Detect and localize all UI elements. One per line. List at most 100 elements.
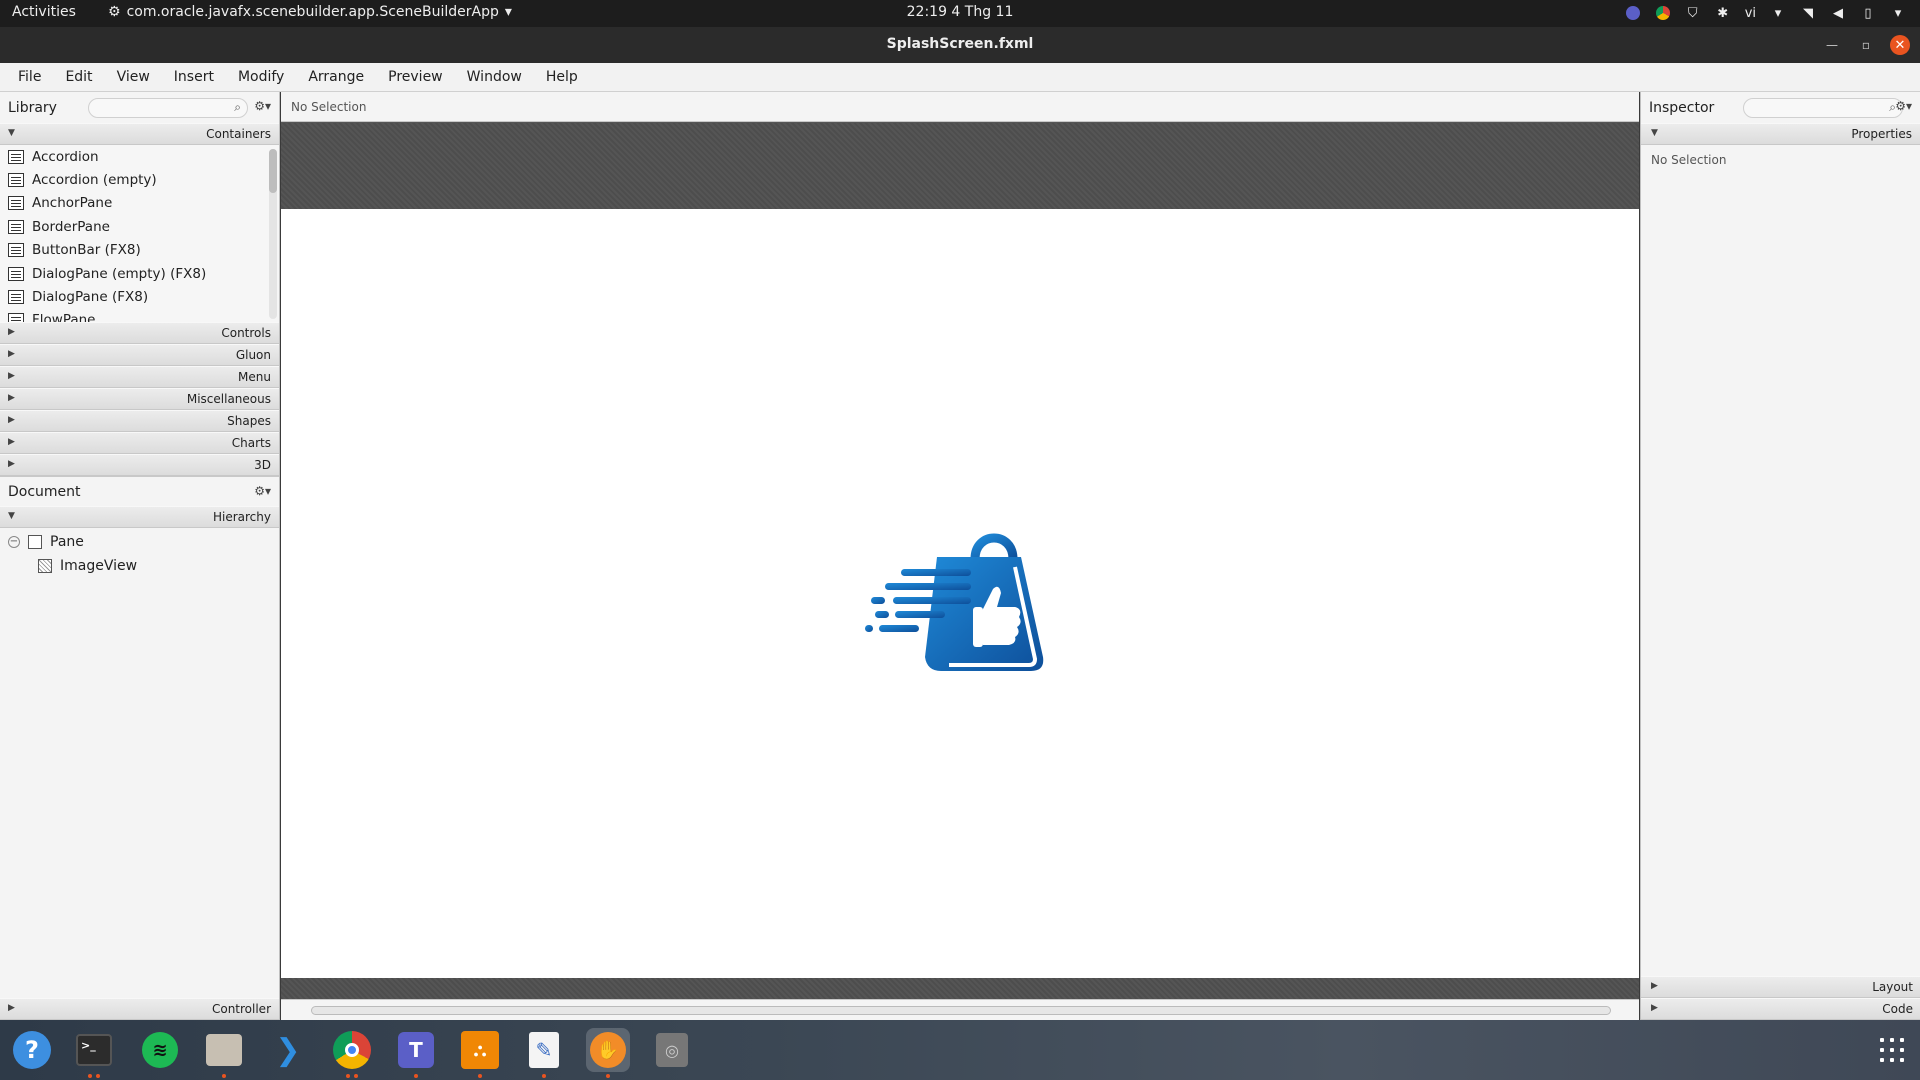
shield-icon[interactable]: ⛉ (1685, 5, 1701, 21)
shopping-bag-logo-icon[interactable] (865, 523, 1051, 675)
section-shapes[interactable]: ▶ Shapes (0, 410, 279, 432)
chevron-down-icon: ▾ (504, 4, 512, 20)
vscode-app-icon[interactable]: ❯ (266, 1028, 310, 1072)
section-controller[interactable]: ▶ Controller (0, 998, 279, 1020)
imageview-icon (38, 559, 52, 573)
content-panel: No Selection (281, 92, 1639, 1020)
terminal-app-icon[interactable]: >_ (72, 1028, 116, 1078)
section-containers[interactable]: ▼ Containers (0, 123, 279, 145)
list-item[interactable]: Accordion (empty) (0, 168, 279, 191)
section-properties[interactable]: ▼ Properties (1641, 123, 1920, 145)
list-item[interactable]: BorderPane (0, 215, 279, 238)
menu-view[interactable]: View (117, 69, 150, 85)
section-charts[interactable]: ▶ Charts (0, 432, 279, 454)
menu-preview[interactable]: Preview (388, 69, 443, 85)
window-title: SplashScreen.fxml (886, 36, 1034, 52)
system-top-bar: Activities ⚙ com.oracle.javafx.scenebuil… (0, 0, 1920, 27)
canvas-background[interactable] (281, 123, 1639, 999)
menu-help[interactable]: Help (546, 69, 578, 85)
scrollbar-thumb[interactable] (269, 149, 277, 193)
gear-icon[interactable]: ⚙▾ (1895, 99, 1912, 113)
anchorpane-icon (8, 196, 24, 211)
library-scrollbar[interactable] (269, 149, 277, 319)
disk-app-icon[interactable]: ◎ (650, 1028, 694, 1072)
section-controls[interactable]: ▶ Controls (0, 322, 279, 344)
files-app-icon[interactable] (202, 1028, 246, 1078)
menu-arrange[interactable]: Arrange (308, 69, 364, 85)
tree-item-pane[interactable]: − Pane (0, 530, 279, 554)
inspector-search-input[interactable]: ⌕ (1743, 98, 1903, 118)
horizontal-scrollbar[interactable] (281, 999, 1639, 1020)
language-indicator[interactable]: vi (1745, 5, 1756, 21)
dialogpane-icon (8, 290, 24, 305)
chevron-down-icon[interactable]: ▾ (1890, 5, 1906, 21)
menu-modify[interactable]: Modify (238, 69, 284, 85)
teams-tray-icon[interactable] (1625, 5, 1641, 21)
library-search-input[interactable]: ⌕ (88, 98, 248, 118)
list-item[interactable]: DialogPane (empty) (FX8) (0, 262, 279, 285)
collapsed-arrow-icon: ▶ (8, 327, 15, 337)
section-miscellaneous[interactable]: ▶ Miscellaneous (0, 388, 279, 410)
teams-app-icon[interactable]: T (394, 1028, 438, 1078)
collapsed-arrow-icon: ▶ (8, 437, 15, 447)
gear-icon[interactable]: ⚙▾ (254, 99, 271, 113)
app-menu[interactable]: ⚙ com.oracle.javafx.scenebuilder.app.Sce… (108, 4, 512, 20)
collapse-icon[interactable]: − (8, 536, 20, 548)
text-editor-app-icon[interactable]: ✎ (522, 1028, 566, 1078)
menu-edit[interactable]: Edit (65, 69, 92, 85)
collapsed-arrow-icon: ▶ (8, 1003, 15, 1013)
selection-bar: No Selection (281, 92, 1639, 122)
inspector-empty-text: No Selection (1651, 153, 1727, 167)
activities-button[interactable]: Activities (12, 4, 76, 20)
battery-icon[interactable]: ▯ (1860, 5, 1876, 21)
menu-window[interactable]: Window (467, 69, 522, 85)
design-canvas[interactable] (281, 209, 1639, 978)
menu-file[interactable]: File (18, 69, 41, 85)
minimize-icon[interactable]: — (1822, 35, 1842, 55)
drawio-app-icon[interactable]: ⛬ (458, 1028, 502, 1078)
dialogpane-icon (8, 266, 24, 281)
wifi-icon[interactable]: ◥ (1800, 5, 1816, 21)
system-tray: ⛉ ✱ vi ▾ ◥ ◀ ▯ ▾ (1625, 3, 1906, 23)
list-item[interactable]: Accordion (0, 145, 279, 168)
clock[interactable]: 22:19 4 Thg 11 (907, 4, 1014, 20)
list-item[interactable]: ButtonBar (FX8) (0, 239, 279, 262)
section-gluon[interactable]: ▶ Gluon (0, 344, 279, 366)
section-hierarchy[interactable]: ▼ Hierarchy (0, 506, 279, 528)
section-3d[interactable]: ▶ 3D (0, 454, 279, 476)
section-code[interactable]: ▶ Code (1641, 998, 1920, 1020)
collapsed-arrow-icon: ▶ (8, 415, 15, 425)
list-item[interactable]: DialogPane (FX8) (0, 285, 279, 308)
tree-item-imageview[interactable]: ImageView (0, 554, 279, 578)
scenebuilder-app-icon[interactable]: ✋ (586, 1028, 630, 1078)
maximize-icon[interactable]: ▫ (1856, 35, 1876, 55)
library-list: Accordion Accordion (empty) AnchorPane B… (0, 145, 279, 322)
show-apps-grid-icon[interactable] (1880, 1038, 1904, 1062)
expand-arrow-icon: ▼ (8, 511, 15, 521)
inspector-panel: Inspector ⌕ ⚙▾ ▼ Properties No Selection… (1640, 92, 1920, 1020)
inspector-header: Inspector ⌕ ⚙▾ (1641, 92, 1920, 123)
section-layout[interactable]: ▶ Layout (1641, 976, 1920, 998)
chrome-app-icon[interactable] (330, 1028, 374, 1078)
section-menu[interactable]: ▶ Menu (0, 366, 279, 388)
gear-icon[interactable]: ⚙▾ (254, 484, 271, 498)
dock: ? >_ ≋ ❯ T ⛬ ✎ ✋ ◎ (0, 1020, 1920, 1080)
list-item[interactable]: FlowPane (0, 309, 279, 322)
document-title: Document (8, 483, 81, 500)
chevron-down-icon: ▾ (1774, 5, 1782, 21)
left-panel: Library ⌕ ⚙▾ ▼ Containers Accordion Acco… (0, 92, 280, 1020)
expand-arrow-icon: ▼ (8, 128, 15, 138)
help-app-icon[interactable]: ? (10, 1028, 54, 1072)
volume-icon[interactable]: ◀ (1830, 5, 1846, 21)
spotify-app-icon[interactable]: ≋ (138, 1028, 182, 1072)
pane-icon (28, 535, 42, 549)
collapsed-arrow-icon: ▶ (8, 349, 15, 359)
document-header: Document ⚙▾ (0, 476, 279, 506)
list-item[interactable]: AnchorPane (0, 192, 279, 215)
slack-tray-icon[interactable]: ✱ (1715, 5, 1731, 21)
chrome-tray-icon[interactable] (1655, 5, 1671, 21)
scrollbar-track[interactable] (311, 1006, 1611, 1015)
menu-insert[interactable]: Insert (174, 69, 214, 85)
app-icon: ⚙ (108, 4, 121, 20)
close-icon[interactable]: ✕ (1890, 35, 1910, 55)
